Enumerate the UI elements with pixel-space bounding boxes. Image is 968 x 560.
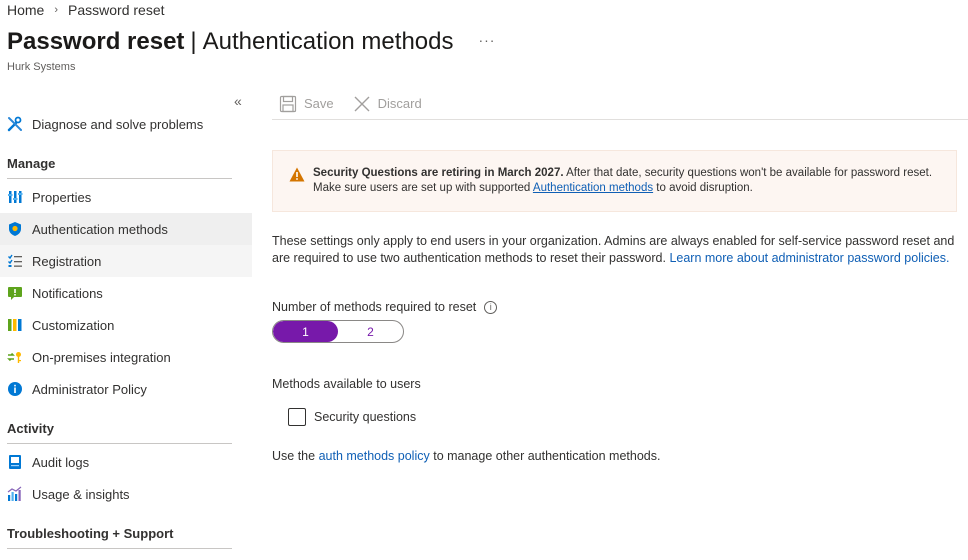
audit-log-icon — [7, 454, 23, 470]
properties-icon — [7, 189, 23, 205]
discard-button[interactable]: Discard — [353, 95, 422, 113]
breadcrumb-chevron-icon: › — [54, 4, 59, 16]
registration-list-icon — [7, 253, 23, 269]
page-subtitle: Authentication methods — [202, 28, 454, 55]
sidebar-item-on-premises-integration[interactable]: On-premises integration — [0, 341, 252, 373]
warning-icon — [289, 167, 305, 182]
auth-methods-policy-note: Use the auth methods policy to manage ot… — [272, 449, 660, 463]
close-icon — [353, 95, 371, 113]
security-questions-row[interactable]: Security questions — [288, 408, 416, 426]
sidebar-item-diagnose[interactable]: Diagnose and solve problems — [0, 108, 252, 140]
sidebar: « Diagnose and solve problems Manage Pro… — [0, 88, 252, 560]
banner-bold-text: Security Questions are retiring in March… — [313, 167, 564, 179]
title-separator: | — [190, 28, 197, 55]
sidebar-item-customization[interactable]: Customization — [0, 309, 252, 341]
methods-required-text: Number of methods required to reset — [272, 300, 477, 314]
sync-key-icon — [7, 349, 23, 365]
breadcrumb-home[interactable]: Home — [7, 2, 44, 18]
security-questions-label: Security questions — [314, 410, 417, 424]
methods-required-toggle: 1 2 — [272, 320, 404, 343]
sidebar-item-notifications[interactable]: Notifications — [0, 277, 252, 309]
warning-banner: Security Questions are retiring in March… — [272, 150, 957, 212]
customization-icon — [7, 317, 23, 333]
sidebar-item-label: On-premises integration — [32, 349, 171, 365]
sidebar-item-label: Usage & insights — [32, 486, 130, 502]
methods-option-2[interactable]: 2 — [338, 321, 403, 342]
wrench-icon — [7, 116, 23, 132]
auth-methods-policy-link[interactable]: auth methods policy — [319, 449, 430, 463]
info-icon — [7, 381, 23, 397]
insights-chart-icon — [7, 486, 23, 502]
save-button[interactable]: Save — [279, 95, 334, 113]
sidebar-item-label: Customization — [32, 317, 115, 333]
methods-option-1[interactable]: 1 — [273, 321, 338, 342]
methods-available-label: Methods available to users — [272, 377, 421, 391]
methods-required-label: Number of methods required to reset i — [272, 300, 498, 314]
sidebar-item-label: Administrator Policy — [32, 381, 147, 397]
section-header-manage: Manage — [7, 156, 232, 179]
section-header-troubleshooting: Troubleshooting + Support — [7, 526, 232, 549]
sidebar-item-audit-logs[interactable]: Audit logs — [0, 446, 252, 478]
sidebar-item-label: Registration — [32, 253, 102, 269]
admin-password-policies-link[interactable]: Learn more about administrator password … — [669, 251, 949, 265]
sidebar-item-label: Diagnose and solve problems — [32, 116, 204, 132]
sidebar-item-registration[interactable]: Registration — [0, 245, 252, 277]
breadcrumb: Home › Password reset — [7, 1, 165, 19]
banner-tail-text: to avoid disruption. — [653, 182, 753, 194]
sidebar-item-authentication-methods[interactable]: Authentication methods — [0, 213, 252, 245]
shield-icon — [7, 221, 23, 237]
sidebar-item-label: Notifications — [32, 285, 103, 301]
sidebar-item-properties[interactable]: Properties — [0, 181, 252, 213]
page-header: Password reset | Authentication methods … — [7, 28, 495, 56]
collapse-sidebar-icon[interactable]: « — [234, 93, 242, 109]
security-questions-checkbox[interactable] — [288, 408, 306, 426]
sidebar-item-label: Audit logs — [32, 454, 90, 470]
sidebar-item-administrator-policy[interactable]: Administrator Policy — [0, 373, 252, 405]
notification-icon — [7, 285, 23, 301]
sidebar-item-label: Properties — [32, 189, 92, 205]
sidebar-item-usage-insights[interactable]: Usage & insights — [0, 478, 252, 510]
sidebar-item-label: Authentication methods — [32, 221, 168, 237]
settings-description: These settings only apply to end users i… — [272, 233, 962, 267]
authentication-methods-link[interactable]: Authentication methods — [533, 182, 653, 194]
footer-text-after: to manage other authentication methods. — [429, 449, 661, 463]
command-bar: Save Discard — [272, 88, 968, 120]
breadcrumb-current[interactable]: Password reset — [68, 2, 164, 18]
save-label: Save — [304, 96, 334, 111]
discard-label: Discard — [377, 96, 422, 111]
info-tooltip-icon[interactable]: i — [484, 300, 498, 314]
section-header-activity: Activity — [7, 421, 232, 444]
more-options-icon[interactable]: ··· — [478, 32, 495, 48]
banner-text: Security Questions are retiring in March… — [313, 167, 932, 194]
footer-text-before: Use the — [272, 449, 319, 463]
page-title: Password reset — [7, 28, 185, 55]
save-icon — [279, 95, 297, 113]
org-name: Hurk Systems — [7, 61, 76, 73]
